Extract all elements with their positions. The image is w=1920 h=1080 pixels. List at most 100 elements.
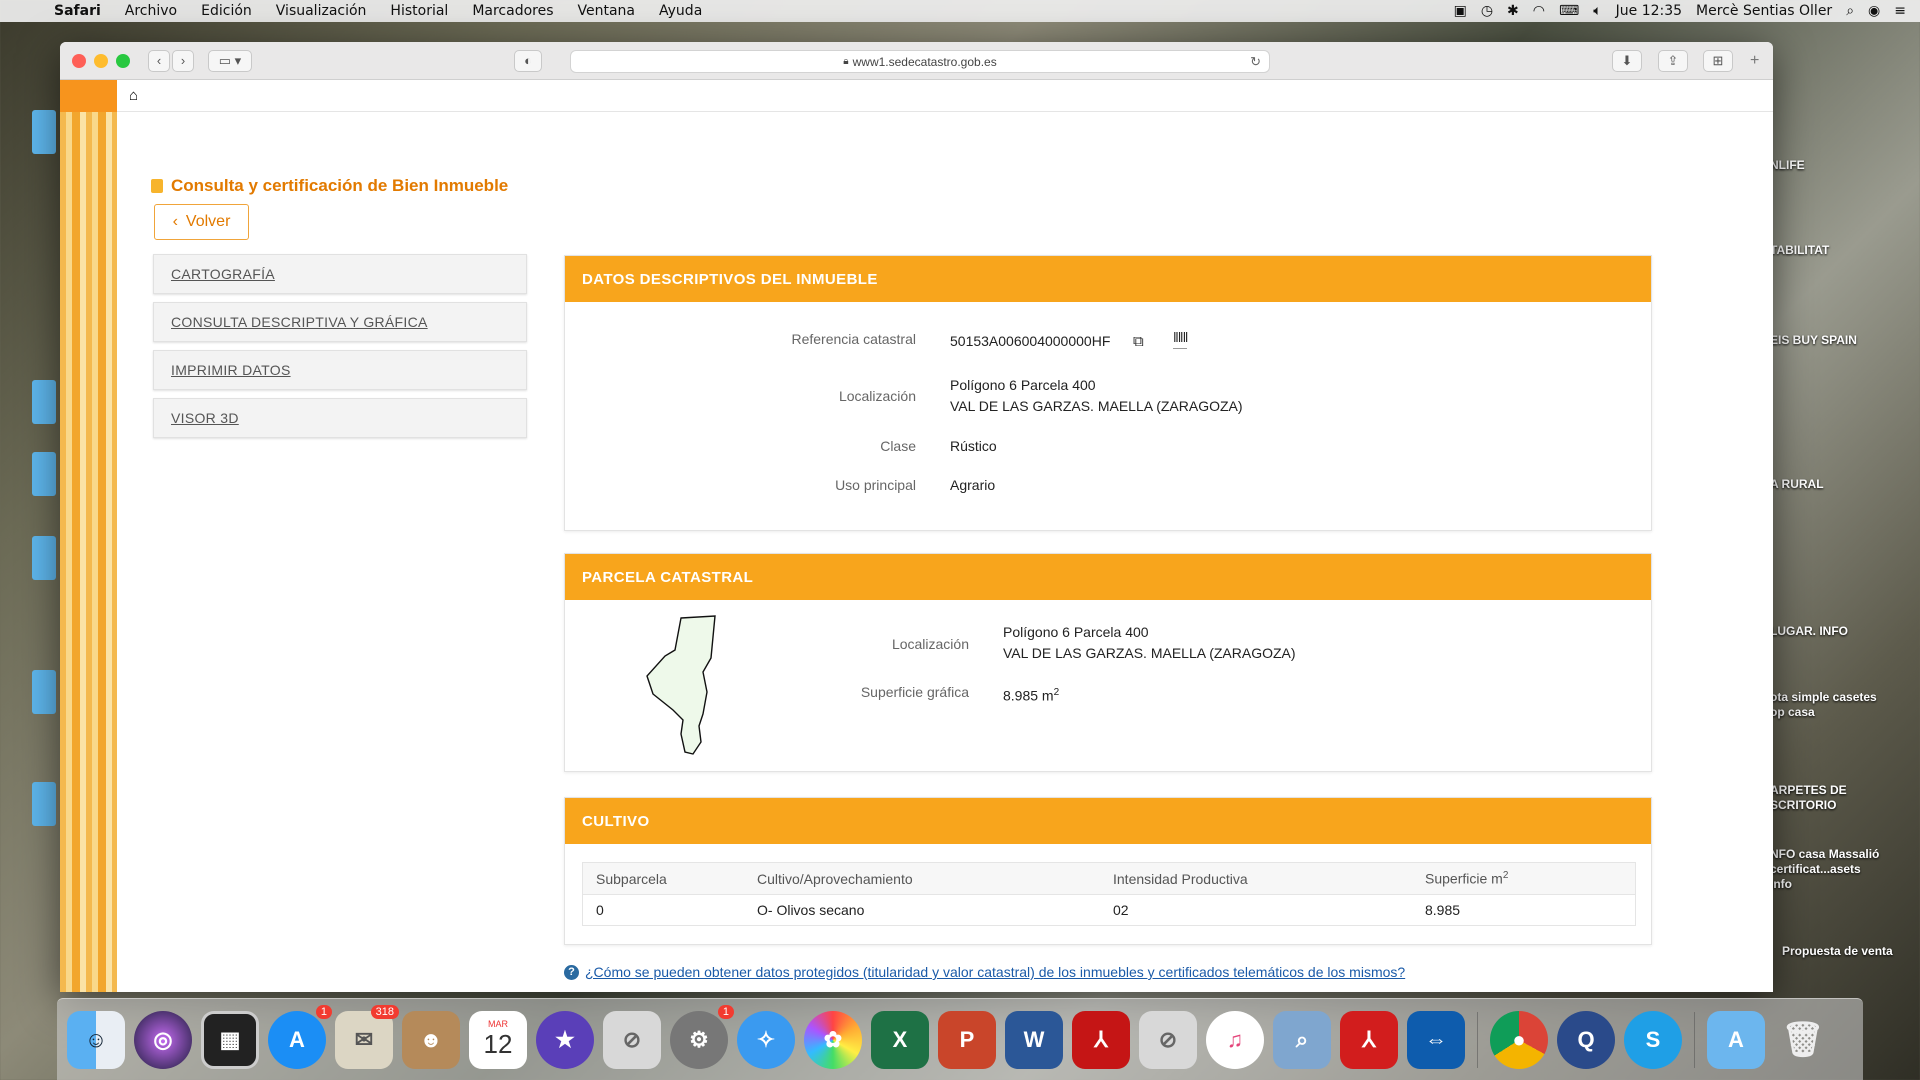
system-preferences-icon[interactable]: ⚙ 1 bbox=[670, 1004, 734, 1069]
acrobat-reader-icon[interactable]: ⅄ bbox=[1340, 1010, 1398, 1069]
menu-marcadores[interactable]: Marcadores bbox=[460, 3, 565, 19]
superficie-number: 8.985 m bbox=[1003, 687, 1054, 704]
bluetooth-icon[interactable]: ✱ bbox=[1507, 3, 1519, 19]
chrome-icon[interactable]: ● bbox=[1490, 1010, 1548, 1069]
menu-visualizacion[interactable]: Visualización bbox=[264, 3, 379, 19]
parcel-shape-map[interactable] bbox=[645, 614, 725, 759]
mail-icon[interactable]: ✉ 318 bbox=[335, 1004, 399, 1069]
menu-ayuda[interactable]: Ayuda bbox=[647, 3, 714, 19]
close-window-button[interactable] bbox=[72, 53, 86, 68]
zoom-window-button[interactable] bbox=[116, 53, 130, 68]
contacts-icon[interactable]: ☻ bbox=[402, 1010, 460, 1069]
back-button[interactable]: ‹ bbox=[148, 49, 170, 72]
title-bullet-icon bbox=[151, 179, 163, 193]
clock-text[interactable]: Jue 12:35 bbox=[1616, 3, 1682, 19]
screen-icon[interactable]: ▣ bbox=[1454, 3, 1467, 19]
quicktime-icon[interactable]: Q bbox=[1557, 1010, 1615, 1069]
cell-cultivo: O- Olivos secano bbox=[757, 902, 865, 918]
teamviewer-icon[interactable]: ⇔ bbox=[1407, 1010, 1465, 1069]
desktop-folder-icon[interactable] bbox=[32, 380, 56, 424]
menu-visor-3d[interactable]: VISOR 3D bbox=[153, 398, 527, 438]
menu-edicion[interactable]: Edición bbox=[189, 3, 264, 19]
decorative-side-strip bbox=[60, 112, 117, 992]
page-title: Consulta y certificación de Bien Inmuebl… bbox=[151, 176, 508, 196]
calendar-day: 12 bbox=[483, 1029, 513, 1059]
desktop-item-label[interactable]: NFO casa Massalió certificat...asets inf… bbox=[1770, 847, 1880, 892]
desktop-folder-icon[interactable] bbox=[32, 536, 56, 580]
imovie-icon[interactable]: ★ bbox=[536, 1010, 594, 1069]
siri-icon[interactable]: ◉ bbox=[1868, 3, 1880, 19]
tab-overview-button[interactable]: ⊞ bbox=[1703, 50, 1733, 72]
share-button[interactable]: ⇪ bbox=[1658, 50, 1688, 72]
notification-center-icon[interactable]: ≡ bbox=[1894, 3, 1906, 19]
applications-folder-icon[interactable]: A bbox=[1707, 1010, 1765, 1069]
volume-icon[interactable]: 🔈︎ bbox=[1593, 3, 1601, 19]
user-name[interactable]: Mercè Sentias Oller bbox=[1696, 3, 1832, 19]
address-bar[interactable]: 🔒︎ www1.sedecatastro.gob.es ↻ bbox=[570, 50, 1270, 73]
desktop-item-label[interactable]: TABILITAT bbox=[1770, 243, 1920, 258]
disabled-app-2-icon[interactable]: ⊘ bbox=[1139, 1010, 1197, 1069]
disabled-app-icon[interactable]: ⊘ bbox=[603, 1010, 661, 1069]
photos-icon[interactable]: ✿ bbox=[804, 1010, 862, 1069]
calendar-icon[interactable]: MAR 12 bbox=[469, 1010, 527, 1069]
word-icon[interactable]: W bbox=[1005, 1010, 1063, 1069]
app-store-icon[interactable]: A1 bbox=[268, 1004, 332, 1069]
desktop-folder-icon[interactable] bbox=[32, 670, 56, 714]
downloads-button[interactable]: ⬇ bbox=[1612, 50, 1642, 72]
spotlight-icon[interactable]: ⌕ bbox=[1846, 3, 1854, 19]
parcela-localizacion-line2: VAL DE LAS GARZAS. MAELLA (ZARAGOZA) bbox=[1003, 645, 1296, 661]
menu-consulta-descriptiva[interactable]: CONSULTA DESCRIPTIVA Y GRÁFICA bbox=[153, 302, 527, 342]
desktop-item-label[interactable]: NLIFE bbox=[1770, 158, 1920, 173]
desktop-item-label[interactable]: A RURAL bbox=[1770, 477, 1920, 492]
menu-cartografia[interactable]: CARTOGRAFÍA bbox=[153, 254, 527, 294]
skype-icon[interactable]: S bbox=[1624, 1010, 1682, 1069]
minimize-window-button[interactable] bbox=[94, 53, 108, 68]
chevron-left-icon: ‹ bbox=[172, 213, 178, 230]
new-tab-button[interactable]: + bbox=[1750, 52, 1759, 70]
col-superficie-text: Superficie m bbox=[1425, 870, 1503, 887]
itunes-icon[interactable]: ♫ bbox=[1206, 1010, 1264, 1069]
sidebar-toggle-button[interactable]: ▭ ▾ bbox=[208, 49, 252, 72]
menu-ventana[interactable]: Ventana bbox=[566, 3, 648, 19]
acrobat-icon[interactable]: ⅄ bbox=[1072, 1010, 1130, 1069]
time-machine-icon[interactable]: ◷ bbox=[1481, 3, 1493, 19]
reload-icon[interactable]: ↻ bbox=[1250, 54, 1261, 70]
home-icon[interactable]: ⌂ bbox=[129, 87, 138, 104]
desktop-item-label[interactable]: ota simple casetes op casa bbox=[1770, 690, 1880, 720]
col-superficie-exponent: 2 bbox=[1502, 870, 1509, 882]
desktop-item-label[interactable]: ARPETES DE SCRITORIO bbox=[1770, 783, 1860, 813]
powerpoint-icon[interactable]: P bbox=[938, 1010, 996, 1069]
photo-booth-icon[interactable]: ▦ bbox=[201, 1010, 259, 1069]
menu-app-name[interactable]: Safari bbox=[44, 3, 113, 19]
clase-label: Clase bbox=[880, 438, 916, 454]
menu-historial[interactable]: Historial bbox=[378, 3, 460, 19]
finder-icon[interactable]: ☺ bbox=[67, 1010, 125, 1069]
mail-badge: 318 bbox=[370, 1004, 399, 1019]
safari-icon[interactable]: ✧ bbox=[737, 1010, 795, 1069]
menu-imprimir-datos[interactable]: IMPRIMIR DATOS bbox=[153, 350, 527, 390]
help-link[interactable]: ? ¿Cómo se pueden obtener datos protegid… bbox=[564, 964, 1405, 980]
desktop-item-label[interactable]: LUGAR. INFO bbox=[1770, 624, 1920, 639]
help-link-text[interactable]: ¿Cómo se pueden obtener datos protegidos… bbox=[585, 964, 1405, 980]
desktop-item-label[interactable]: Propuesta de venta bbox=[1782, 944, 1920, 959]
desktop-folder-icon[interactable] bbox=[32, 782, 56, 826]
copy-icon[interactable]: ⧉ bbox=[1133, 331, 1144, 352]
wifi-icon[interactable]: ◠ bbox=[1533, 3, 1545, 19]
clase-value: Rústico bbox=[950, 438, 997, 454]
col-cultivo: Cultivo/Aprovechamiento bbox=[757, 870, 913, 887]
siri-dock-icon[interactable]: ◎ bbox=[134, 1010, 192, 1069]
site-logo-block bbox=[60, 79, 117, 112]
barcode-icon[interactable]: ‖‖‖ bbox=[1173, 327, 1188, 349]
keyboard-icon[interactable]: ⌨ bbox=[1559, 3, 1579, 19]
desktop-folder-icon[interactable] bbox=[32, 110, 56, 154]
back-link-button[interactable]: ‹ Volver bbox=[154, 204, 249, 240]
preview-icon[interactable]: ⌕ bbox=[1273, 1010, 1331, 1069]
page-content: Consulta y certificación de Bien Inmuebl… bbox=[117, 112, 1773, 992]
trash-icon[interactable]: 🗑︎ bbox=[1774, 1011, 1832, 1069]
forward-button[interactable]: › bbox=[172, 49, 194, 72]
desktop-item-label[interactable]: EIS BUY SPAIN bbox=[1770, 333, 1920, 348]
desktop-folder-icon[interactable] bbox=[32, 452, 56, 496]
excel-icon[interactable]: X bbox=[871, 1010, 929, 1069]
privacy-shield-icon[interactable]: ◐ bbox=[514, 49, 542, 72]
menu-archivo[interactable]: Archivo bbox=[113, 3, 189, 19]
